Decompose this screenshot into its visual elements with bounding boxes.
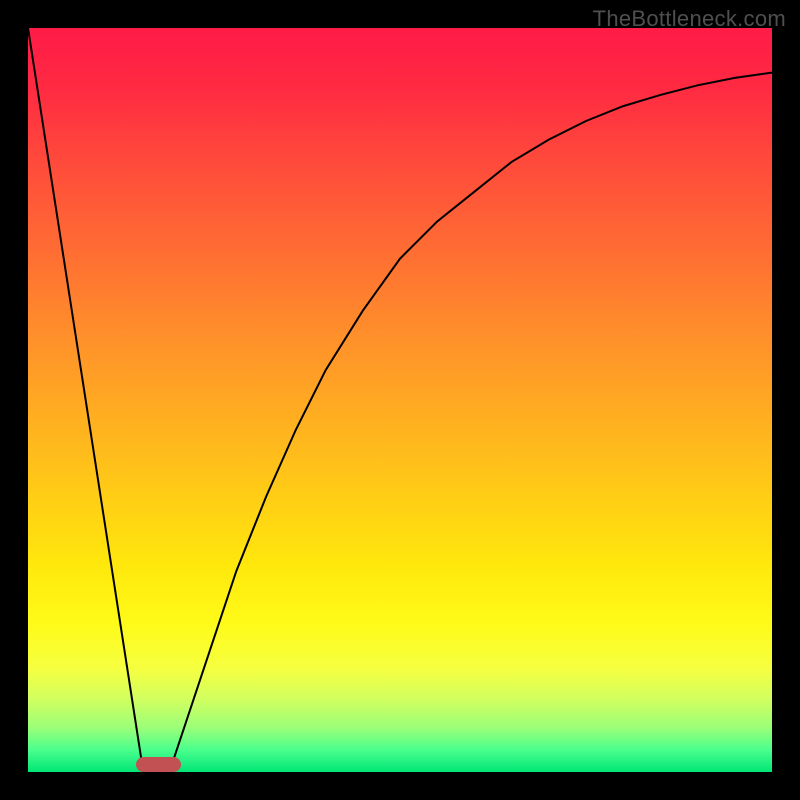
optimal-marker	[136, 757, 181, 772]
curve-layer	[28, 28, 772, 772]
chart-frame: TheBottleneck.com	[0, 0, 800, 800]
right-curve-path	[169, 73, 772, 772]
plot-area	[28, 28, 772, 772]
watermark-text: TheBottleneck.com	[593, 6, 786, 32]
left-line-path	[28, 28, 143, 772]
